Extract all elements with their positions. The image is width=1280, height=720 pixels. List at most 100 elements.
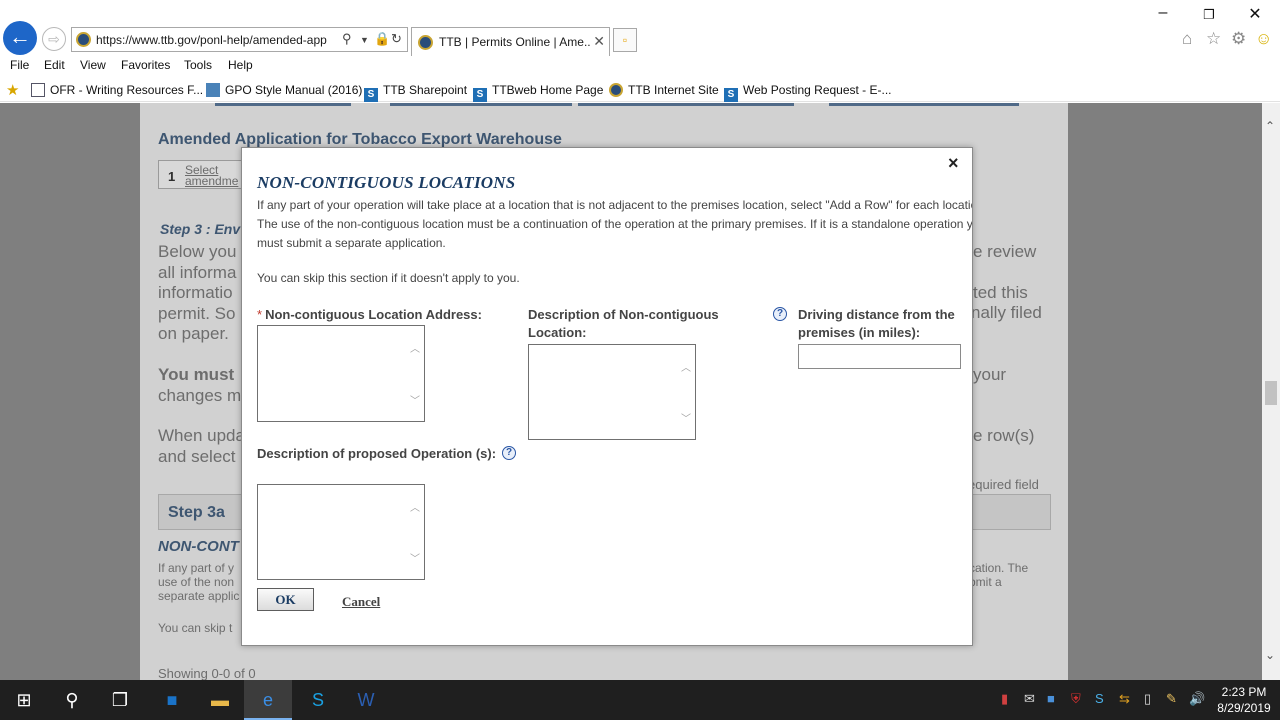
restore-icon[interactable]: ❐ — [1194, 7, 1224, 23]
noncontiguous-heading: NON-CONT — [158, 538, 239, 555]
browser-tab[interactable]: TTB | Permits Online | Ame... ✕ — [411, 27, 610, 56]
sharepoint-icon: S — [364, 88, 378, 102]
favorites-add-star-icon[interactable]: ★ — [6, 81, 19, 99]
favorite-link[interactable]: S Web Posting Request - E-... — [724, 83, 892, 102]
file-explorer-icon[interactable]: ▬ — [196, 680, 244, 720]
distance-input[interactable] — [798, 344, 961, 369]
menu-help[interactable]: Help — [228, 58, 253, 72]
step-1-box: 1 Select amendme — [158, 160, 248, 189]
favorites-bar: ★ OFR - Writing Resources F... GPO Style… — [0, 78, 1280, 102]
windows-start-icon[interactable]: ⊞ — [0, 680, 48, 720]
windows-taskbar: ⊞ ⚲ ❐ ■ ▬ e S W ▮ ✉ ■ ⛨ S ⇆ ▯ ✎ 🔊 2:23 P… — [0, 680, 1280, 720]
settings-gear-icon[interactable]: ⚙ — [1231, 29, 1246, 49]
word-icon[interactable]: W — [342, 680, 390, 720]
menu-edit[interactable]: Edit — [44, 58, 65, 72]
browser-titlebar: ← ⇨ https://www.ttb.gov/ponl-help/amende… — [0, 0, 1280, 56]
menu-tools[interactable]: Tools — [184, 58, 212, 72]
scroll-down-icon[interactable]: ⌄ — [1265, 648, 1275, 662]
help-icon[interactable]: ? — [773, 307, 787, 321]
menu-favorites[interactable]: Favorites — [121, 58, 170, 72]
noncontiguous-locations-dialog: × NON-CONTIGUOUS LOCATIONS If any part o… — [241, 147, 973, 646]
system-clock[interactable]: 2:23 PM 8/29/2019 — [1212, 684, 1276, 716]
clock-time: 2:23 PM — [1221, 685, 1267, 699]
distance-label: Driving distance from the premises (in m… — [798, 307, 955, 340]
window-close-icon[interactable]: ✕ — [1240, 4, 1270, 24]
mail-icon[interactable]: ✉ — [1024, 691, 1035, 707]
favorite-link[interactable]: GPO Style Manual (2016) — [206, 83, 362, 97]
address-label: * Non-contiguous Location Address: — [257, 307, 482, 322]
step-number: 1 — [168, 169, 176, 184]
favorites-star-icon[interactable]: ☆ — [1206, 29, 1221, 49]
favorite-link[interactable]: S TTB Sharepoint — [364, 83, 467, 102]
new-tab-icon[interactable]: ▫ — [613, 28, 637, 52]
scroll-down-icon: ﹀ — [410, 396, 420, 407]
address-bar[interactable]: https://www.ttb.gov/ponl-help/amended-ap… — [71, 27, 408, 52]
document-icon — [31, 83, 45, 97]
scroll-up-icon: ︿ — [410, 503, 420, 514]
favorite-link[interactable]: S TTBweb Home Page — [473, 83, 603, 102]
operation-textarea[interactable]: ︿ ﹀ — [257, 484, 425, 580]
noncontiguous-text: If any part of y use of the non separate… — [158, 561, 240, 603]
page-tab-underline — [829, 103, 1019, 106]
volume-icon[interactable]: 🔊 — [1189, 691, 1205, 707]
network-icon[interactable]: ⇆ — [1119, 691, 1130, 707]
menu-file[interactable]: File — [10, 58, 29, 72]
scroll-down-icon: ﹀ — [410, 554, 420, 565]
instructions-text-fragment: ted this — [973, 283, 1028, 302]
skype-icon[interactable]: S — [294, 680, 342, 720]
menu-view[interactable]: View — [80, 58, 106, 72]
ok-button[interactable]: OK — [257, 588, 314, 611]
favorite-link[interactable]: OFR - Writing Resources F... — [31, 83, 203, 97]
outlook-tray-icon[interactable]: ■ — [1047, 691, 1055, 706]
device-icon[interactable]: ▯ — [1144, 691, 1151, 707]
task-view-icon[interactable]: ❐ — [96, 680, 144, 720]
favorite-link[interactable]: TTB Internet Site — [609, 83, 719, 97]
home-icon[interactable]: ⌂ — [1182, 29, 1192, 49]
internet-explorer-icon[interactable]: e — [244, 680, 292, 720]
warning-text-fragment: your — [973, 365, 1007, 384]
smiley-feedback-icon[interactable]: ☺ — [1255, 29, 1272, 49]
outlook-icon[interactable]: ■ — [148, 680, 196, 720]
forward-arrow-icon[interactable]: ⇨ — [42, 27, 66, 51]
scroll-thumb[interactable] — [1265, 381, 1277, 405]
search-icon[interactable]: ⚲ — [48, 680, 96, 720]
noncontiguous-text-fragment: cation. The — [969, 561, 1029, 575]
sharepoint-icon: S — [473, 88, 487, 102]
refresh-icon[interactable]: ↻ — [391, 31, 402, 47]
address-textarea[interactable]: ︿ ﹀ — [257, 325, 425, 422]
cancel-link[interactable]: Cancel — [342, 594, 380, 610]
battery-icon[interactable]: ▮ — [1001, 691, 1008, 707]
page-tab-underline — [390, 103, 572, 106]
instructions-text-fragment: e review — [973, 242, 1037, 261]
pen-icon[interactable]: ✎ — [1166, 691, 1177, 707]
menu-bar: File Edit View Favorites Tools Help — [0, 56, 1280, 76]
description-label: Description of Non-contiguous Location: — [528, 307, 719, 340]
close-icon[interactable]: × — [948, 153, 959, 174]
back-arrow-icon[interactable]: ← — [3, 21, 37, 55]
description-textarea[interactable]: ︿ ﹀ — [528, 344, 696, 440]
security-shield-icon[interactable]: ⛨ — [1071, 691, 1081, 707]
ttb-seal-icon — [609, 83, 623, 97]
page-tab-underline — [215, 103, 351, 106]
vertical-scrollbar[interactable]: ⌃ ⌄ — [1262, 103, 1280, 680]
operation-label: Description of proposed Operation (s): — [257, 446, 497, 461]
clock-date: 8/29/2019 — [1217, 701, 1271, 715]
minimize-icon[interactable]: – — [1148, 4, 1178, 22]
lock-icon[interactable]: 🔒 — [374, 31, 390, 47]
dialog-title: NON-CONTIGUOUS LOCATIONS — [257, 173, 516, 192]
skype-tray-icon[interactable]: S — [1095, 691, 1104, 706]
tab-close-icon[interactable]: ✕ — [593, 33, 605, 50]
scroll-down-icon: ﹀ — [681, 414, 691, 425]
gpo-icon — [206, 83, 220, 97]
dialog-instructions: If any part of your operation will take … — [257, 198, 973, 250]
noncontiguous-text-fragment: bmit a — [969, 575, 1002, 589]
dropdown-icon[interactable]: ▼ — [360, 35, 369, 45]
scroll-up-icon[interactable]: ⌃ — [1265, 119, 1275, 133]
help-icon[interactable]: ? — [502, 446, 516, 460]
url-text[interactable]: https://www.ttb.gov/ponl-help/amended-ap… — [96, 33, 338, 47]
update-text-fragment: e row(s) — [973, 426, 1035, 445]
search-icon[interactable]: ⚲ — [342, 31, 352, 47]
scroll-up-icon: ︿ — [410, 344, 420, 355]
page-tab-underline — [578, 103, 794, 106]
sharepoint-icon: S — [724, 88, 738, 102]
